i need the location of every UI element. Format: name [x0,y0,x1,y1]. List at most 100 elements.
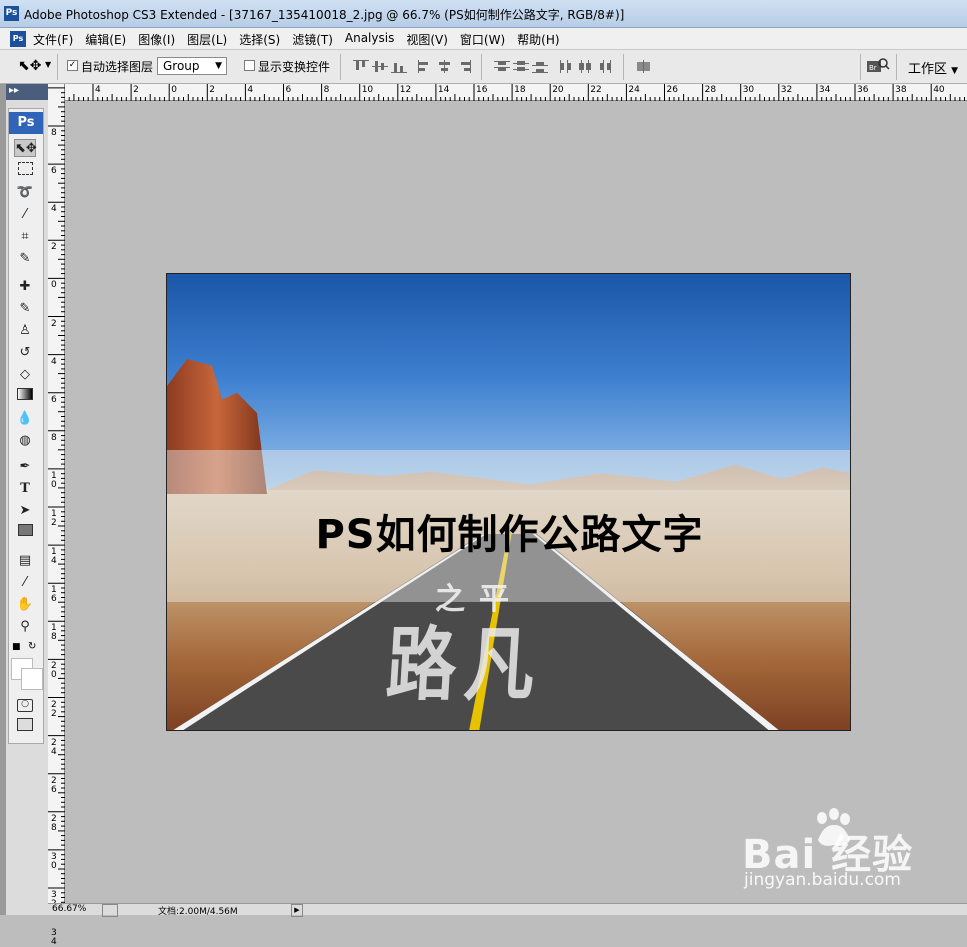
hand-tool-icon[interactable]: ✋ [14,596,36,614]
ruler-label: 2 [51,242,57,253]
baidu-url: jingyan.baidu.com [744,870,901,890]
distribute-horizontal-center-icon[interactable] [578,60,594,73]
clone-stamp-tool-icon[interactable]: ♙ [14,322,36,340]
ruler-label: 38 [895,85,907,95]
menu-filter[interactable]: 滤镜(T) [292,31,333,48]
status-menu-arrow-icon[interactable]: ▶ [291,904,303,917]
dodge-tool-icon[interactable]: ◍ [14,432,36,450]
window-title: Adobe Photoshop CS3 Extended - [37167_13… [24,8,625,22]
menu-edit[interactable]: 编辑(E) [85,31,126,48]
distribute-top-icon[interactable] [494,60,510,73]
notes-tool-icon[interactable]: ▤ [14,552,36,570]
background-color-swatch[interactable] [21,668,43,690]
menu-image[interactable]: 图像(I) [138,31,175,48]
swap-colors-icon[interactable]: ↻ [28,641,36,652]
show-transform-checkbox[interactable] [244,60,255,71]
distribute-left-icon[interactable] [559,60,575,73]
distribute-vertical-center-icon[interactable] [513,60,529,73]
bridge-icon[interactable]: Br [866,57,890,75]
road-text-large: 路凡 [383,617,546,712]
ruler-label: 20 [552,85,564,95]
ruler-label: 8 [51,128,57,138]
menu-window[interactable]: 窗口(W) [460,31,505,48]
quick-mask-icon[interactable]: ○ [14,694,36,712]
menu-view[interactable]: 视图(V) [406,31,448,48]
ruler-label: 22 [590,85,602,95]
ruler-label: 0 [171,85,177,95]
magic-wand-tool-icon[interactable]: ⁄ [14,206,36,224]
auto-select-dropdown[interactable]: Group ▼ [157,57,227,75]
menu-analysis[interactable]: Analysis [345,31,394,48]
blur-tool-icon[interactable]: 💧 [14,410,36,428]
ruler-label: 0 [51,479,57,490]
ruler-label: 0 [51,860,57,871]
vertical-ruler[interactable]: 86420246810121416182022242628303234 [48,84,65,947]
type-tool-icon[interactable]: T [14,480,36,498]
healing-brush-tool-icon[interactable]: ✚ [14,278,36,296]
history-brush-tool-icon[interactable]: ↺ [14,344,36,362]
ruler-label: 30 [742,85,755,95]
divider [860,54,861,80]
ruler-label: 4 [51,746,57,757]
marquee-tool-icon[interactable] [14,162,36,180]
collapse-icon[interactable]: ▸▸ [9,85,19,96]
crop-tool-icon[interactable]: ⌗ [14,228,36,246]
chevron-down-icon: ▼ [215,61,222,71]
workspace-label: 工作区 [908,62,948,77]
document-canvas[interactable]: PS如何制作公路文字 之平 路凡 [166,273,851,731]
ruler-label: 32 [780,85,793,95]
distribute-right-icon[interactable] [597,60,613,73]
distribute-bottom-icon[interactable] [532,60,548,73]
zoom-tool-icon[interactable]: ⚲ [14,618,36,636]
ruler-label: 2 [209,85,216,95]
eraser-tool-icon[interactable]: ◇ [14,366,36,384]
align-vertical-center-icon[interactable] [372,60,388,73]
zoom-preview-icon[interactable] [102,904,118,917]
eyedropper-tool-icon[interactable]: ⁄ [14,574,36,592]
align-horizontal-center-icon[interactable] [437,60,453,73]
menu-select[interactable]: 选择(S) [239,31,280,48]
menu-layer[interactable]: 图层(L) [187,31,227,48]
align-right-icon[interactable] [456,60,472,73]
auto-align-layers-icon[interactable] [636,60,652,73]
ruler-label: 36 [857,85,869,95]
ruler-label: 10 [361,85,374,95]
show-transform-label: 显示变换控件 [258,60,331,74]
ruler-label: 2 [133,85,139,95]
menu-items: 文件(F) 编辑(E) 图像(I) 图层(L) 选择(S) 滤镜(T) Anal… [33,31,572,48]
brush-tool-icon[interactable]: ✎ [14,300,36,318]
ruler-label: 16 [476,85,488,95]
document-icon[interactable]: Ps [10,31,26,47]
divider [57,54,58,80]
menu-help[interactable]: 帮助(H) [517,31,559,48]
menu-file[interactable]: 文件(F) [33,31,73,48]
screen-mode-icon[interactable] [14,718,36,736]
toolbox-header[interactable]: ▸▸ [6,84,48,100]
auto-select-checkbox[interactable]: ✓ [67,60,78,71]
shape-tool-icon[interactable] [14,524,36,542]
align-left-icon[interactable] [418,60,434,73]
ruler-label: 2 [51,708,57,719]
ruler-label: 8 [323,85,330,95]
ruler-label: 18 [514,85,526,95]
divider [896,54,897,80]
ruler-label: 6 [51,166,57,177]
slice-tool-icon[interactable]: ✎ [14,250,36,268]
horizontal-ruler[interactable]: 4 2 0 2 4 6 8 10 12 14 16 18 20 22 24 26 28 30 32 34 36 38 40 [48,84,967,101]
gradient-tool-icon[interactable] [14,388,36,406]
photoshop-logo[interactable]: Ps [9,112,43,134]
pen-tool-icon[interactable]: ✒ [14,458,36,476]
preset-dropdown-arrow-icon[interactable]: ▼ [45,60,51,69]
move-tool-preset-icon[interactable]: ⬉✥ [18,58,41,74]
align-top-icon[interactable] [353,60,369,73]
lasso-tool-icon[interactable]: ➰ [14,184,36,202]
ruler-label: 6 [51,594,57,605]
ruler-label: 0 [51,670,57,681]
path-selection-tool-icon[interactable]: ➤ [14,502,36,520]
zoom-level[interactable]: 66.67% [52,904,86,914]
default-colors-icon[interactable]: ■ [12,642,21,652]
workspace-menu[interactable]: 工作区 ▼ [908,58,958,77]
move-tool-icon[interactable]: ⬉✥ [14,139,37,157]
ruler-label: 6 [51,784,57,795]
align-bottom-icon[interactable] [391,60,407,73]
